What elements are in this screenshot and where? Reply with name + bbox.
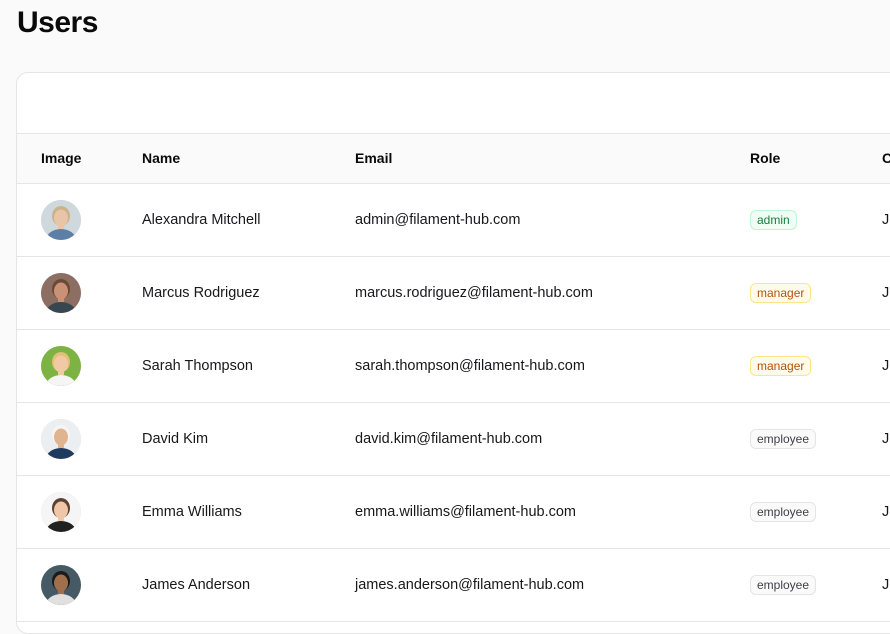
role-badge: employee bbox=[750, 502, 817, 522]
user-name: David Kim bbox=[142, 431, 209, 447]
column-header-email[interactable]: Email bbox=[355, 134, 392, 183]
avatar bbox=[41, 273, 81, 313]
user-name: Emma Williams bbox=[142, 504, 242, 520]
user-created: J bbox=[882, 212, 890, 228]
avatar bbox=[41, 419, 81, 459]
page-title: Users bbox=[17, 6, 98, 39]
user-email: emma.williams@filament-hub.com bbox=[355, 504, 576, 520]
avatar bbox=[41, 200, 81, 240]
avatar bbox=[41, 346, 81, 386]
table-row[interactable]: Alexandra Mitchell admin@filament-hub.com… bbox=[17, 184, 890, 257]
column-header-role[interactable]: Role bbox=[750, 134, 780, 183]
role-badge: manager bbox=[750, 283, 812, 303]
user-created: J bbox=[882, 577, 890, 593]
column-header-image: Image bbox=[41, 150, 82, 166]
column-header-name[interactable]: Name bbox=[142, 134, 180, 183]
users-table-card: Image Name Email Role C Alexandra Mitche… bbox=[16, 72, 890, 634]
role-badge: employee bbox=[750, 575, 817, 595]
user-created: J bbox=[882, 358, 890, 374]
avatar bbox=[41, 492, 81, 532]
table-toolbar bbox=[17, 73, 890, 134]
table-header: Image Name Email Role C bbox=[17, 134, 890, 184]
role-badge: admin bbox=[750, 210, 797, 230]
user-created: J bbox=[882, 504, 890, 520]
user-name: Alexandra Mitchell bbox=[142, 212, 261, 228]
table-row[interactable]: David Kim david.kim@filament-hub.com emplo… bbox=[17, 403, 890, 476]
role-badge: manager bbox=[750, 356, 812, 376]
table-body: Alexandra Mitchell admin@filament-hub.com… bbox=[17, 184, 890, 622]
avatar bbox=[41, 565, 81, 605]
user-created: J bbox=[882, 285, 890, 301]
table-row[interactable]: James Anderson james.anderson@filament-hu… bbox=[17, 549, 890, 622]
user-email: james.anderson@filament-hub.com bbox=[355, 577, 585, 593]
table-row[interactable]: Marcus Rodriguez marcus.rodriguez@filamen… bbox=[17, 257, 890, 330]
user-name: Sarah Thompson bbox=[142, 358, 253, 374]
user-email: marcus.rodriguez@filament-hub.com bbox=[355, 285, 593, 301]
user-name: James Anderson bbox=[142, 577, 251, 593]
column-header-created[interactable]: C bbox=[882, 134, 890, 183]
user-name: Marcus Rodriguez bbox=[142, 285, 260, 301]
user-email: david.kim@filament-hub.com bbox=[355, 431, 543, 447]
user-created: J bbox=[882, 431, 890, 447]
table-row[interactable]: Emma Williams emma.williams@filament-hub.… bbox=[17, 476, 890, 549]
table-row[interactable]: Sarah Thompson sarah.thompson@filament-hu… bbox=[17, 330, 890, 403]
role-badge: employee bbox=[750, 429, 817, 449]
user-email: admin@filament-hub.com bbox=[355, 212, 521, 228]
user-email: sarah.thompson@filament-hub.com bbox=[355, 358, 585, 374]
